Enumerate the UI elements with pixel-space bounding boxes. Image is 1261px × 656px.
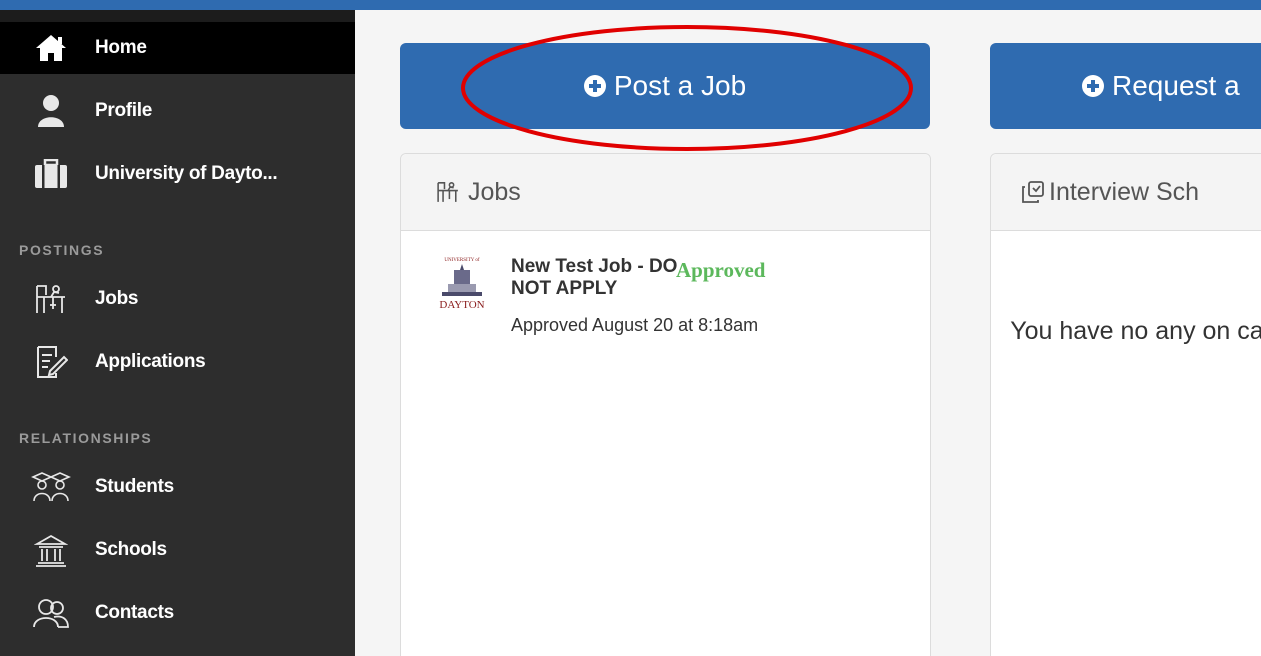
section-title-postings: POSTINGS (19, 242, 105, 258)
job-approved-date: Approved August 20 at 8:18am (511, 315, 759, 335)
sidebar-item-label: Home (95, 37, 147, 58)
interview-schedule-card: Interview Sch You have no any on camp ye (990, 153, 1261, 656)
section-title-relationships: RELATIONSHIPS (19, 430, 153, 446)
application-doc-icon (31, 342, 71, 382)
request-label: Request a (1112, 70, 1240, 101)
sidebar-item-label: Schools (95, 539, 167, 560)
top-accent-bar (0, 0, 1261, 10)
briefcase-icon (31, 154, 71, 194)
contacts-icon (31, 593, 71, 633)
main-content: Post a Job Request a Jobs UNIVERSITY of … (355, 10, 1261, 656)
school-building-icon (31, 530, 71, 570)
sidebar-item-profile[interactable]: Profile (0, 85, 355, 137)
sidebar-item-label: Jobs (95, 288, 139, 309)
sidebar-item-applications[interactable]: Applications (0, 336, 355, 388)
sidebar-top-strip (0, 10, 355, 22)
students-icon (31, 467, 71, 507)
sidebar-item-label: Contacts (95, 602, 174, 623)
sidebar-item-students[interactable]: Students (0, 461, 355, 513)
sidebar-item-jobs[interactable]: Jobs (0, 273, 355, 325)
jobs-card: Jobs UNIVERSITY of DAYTON New Test Job -… (400, 153, 931, 656)
home-icon (31, 28, 71, 68)
empty-state-text: You have no any on camp ye (1010, 317, 1261, 345)
job-status-badge: Approved (676, 258, 766, 282)
sidebar-item-label: Applications (95, 351, 206, 372)
post-job-button[interactable]: Post a Job (400, 43, 930, 129)
sidebar: Home Profile University of Dayto... POST… (0, 22, 355, 656)
sidebar-item-contacts[interactable]: Contacts (0, 587, 355, 639)
plus-circle-icon (1082, 75, 1104, 97)
sidebar-item-home[interactable]: Home (0, 22, 355, 74)
sidebar-item-label: Profile (95, 100, 153, 121)
plus-circle-icon (583, 75, 606, 97)
jobs-card-header: Jobs (401, 154, 930, 231)
job-title-link[interactable]: New Test Job - DO NOT APPLY (511, 256, 681, 300)
interview-card-header: Interview Sch (991, 154, 1261, 231)
sidebar-item-label: University of Dayto... (95, 163, 278, 184)
svg-text:DAYTON: DAYTON (439, 299, 484, 311)
sidebar-item-label: Students (95, 476, 174, 497)
request-button[interactable]: Request a (990, 43, 1261, 129)
calendar-copy-icon (1021, 180, 1045, 204)
post-job-label: Post a Job (613, 70, 747, 101)
jobs-desk-icon (31, 279, 71, 319)
jobs-card-title: Jobs (468, 177, 521, 206)
sidebar-item-university[interactable]: University of Dayto... (0, 148, 355, 200)
sidebar-item-schools[interactable]: Schools (0, 524, 355, 576)
user-icon (31, 91, 71, 131)
interview-card-title: Interview Sch (1049, 177, 1200, 206)
university-logo[interactable]: UNIVERSITY of DAYTON (434, 254, 490, 312)
svg-text:UNIVERSITY of: UNIVERSITY of (444, 258, 480, 263)
jobs-desk-icon (436, 180, 460, 204)
